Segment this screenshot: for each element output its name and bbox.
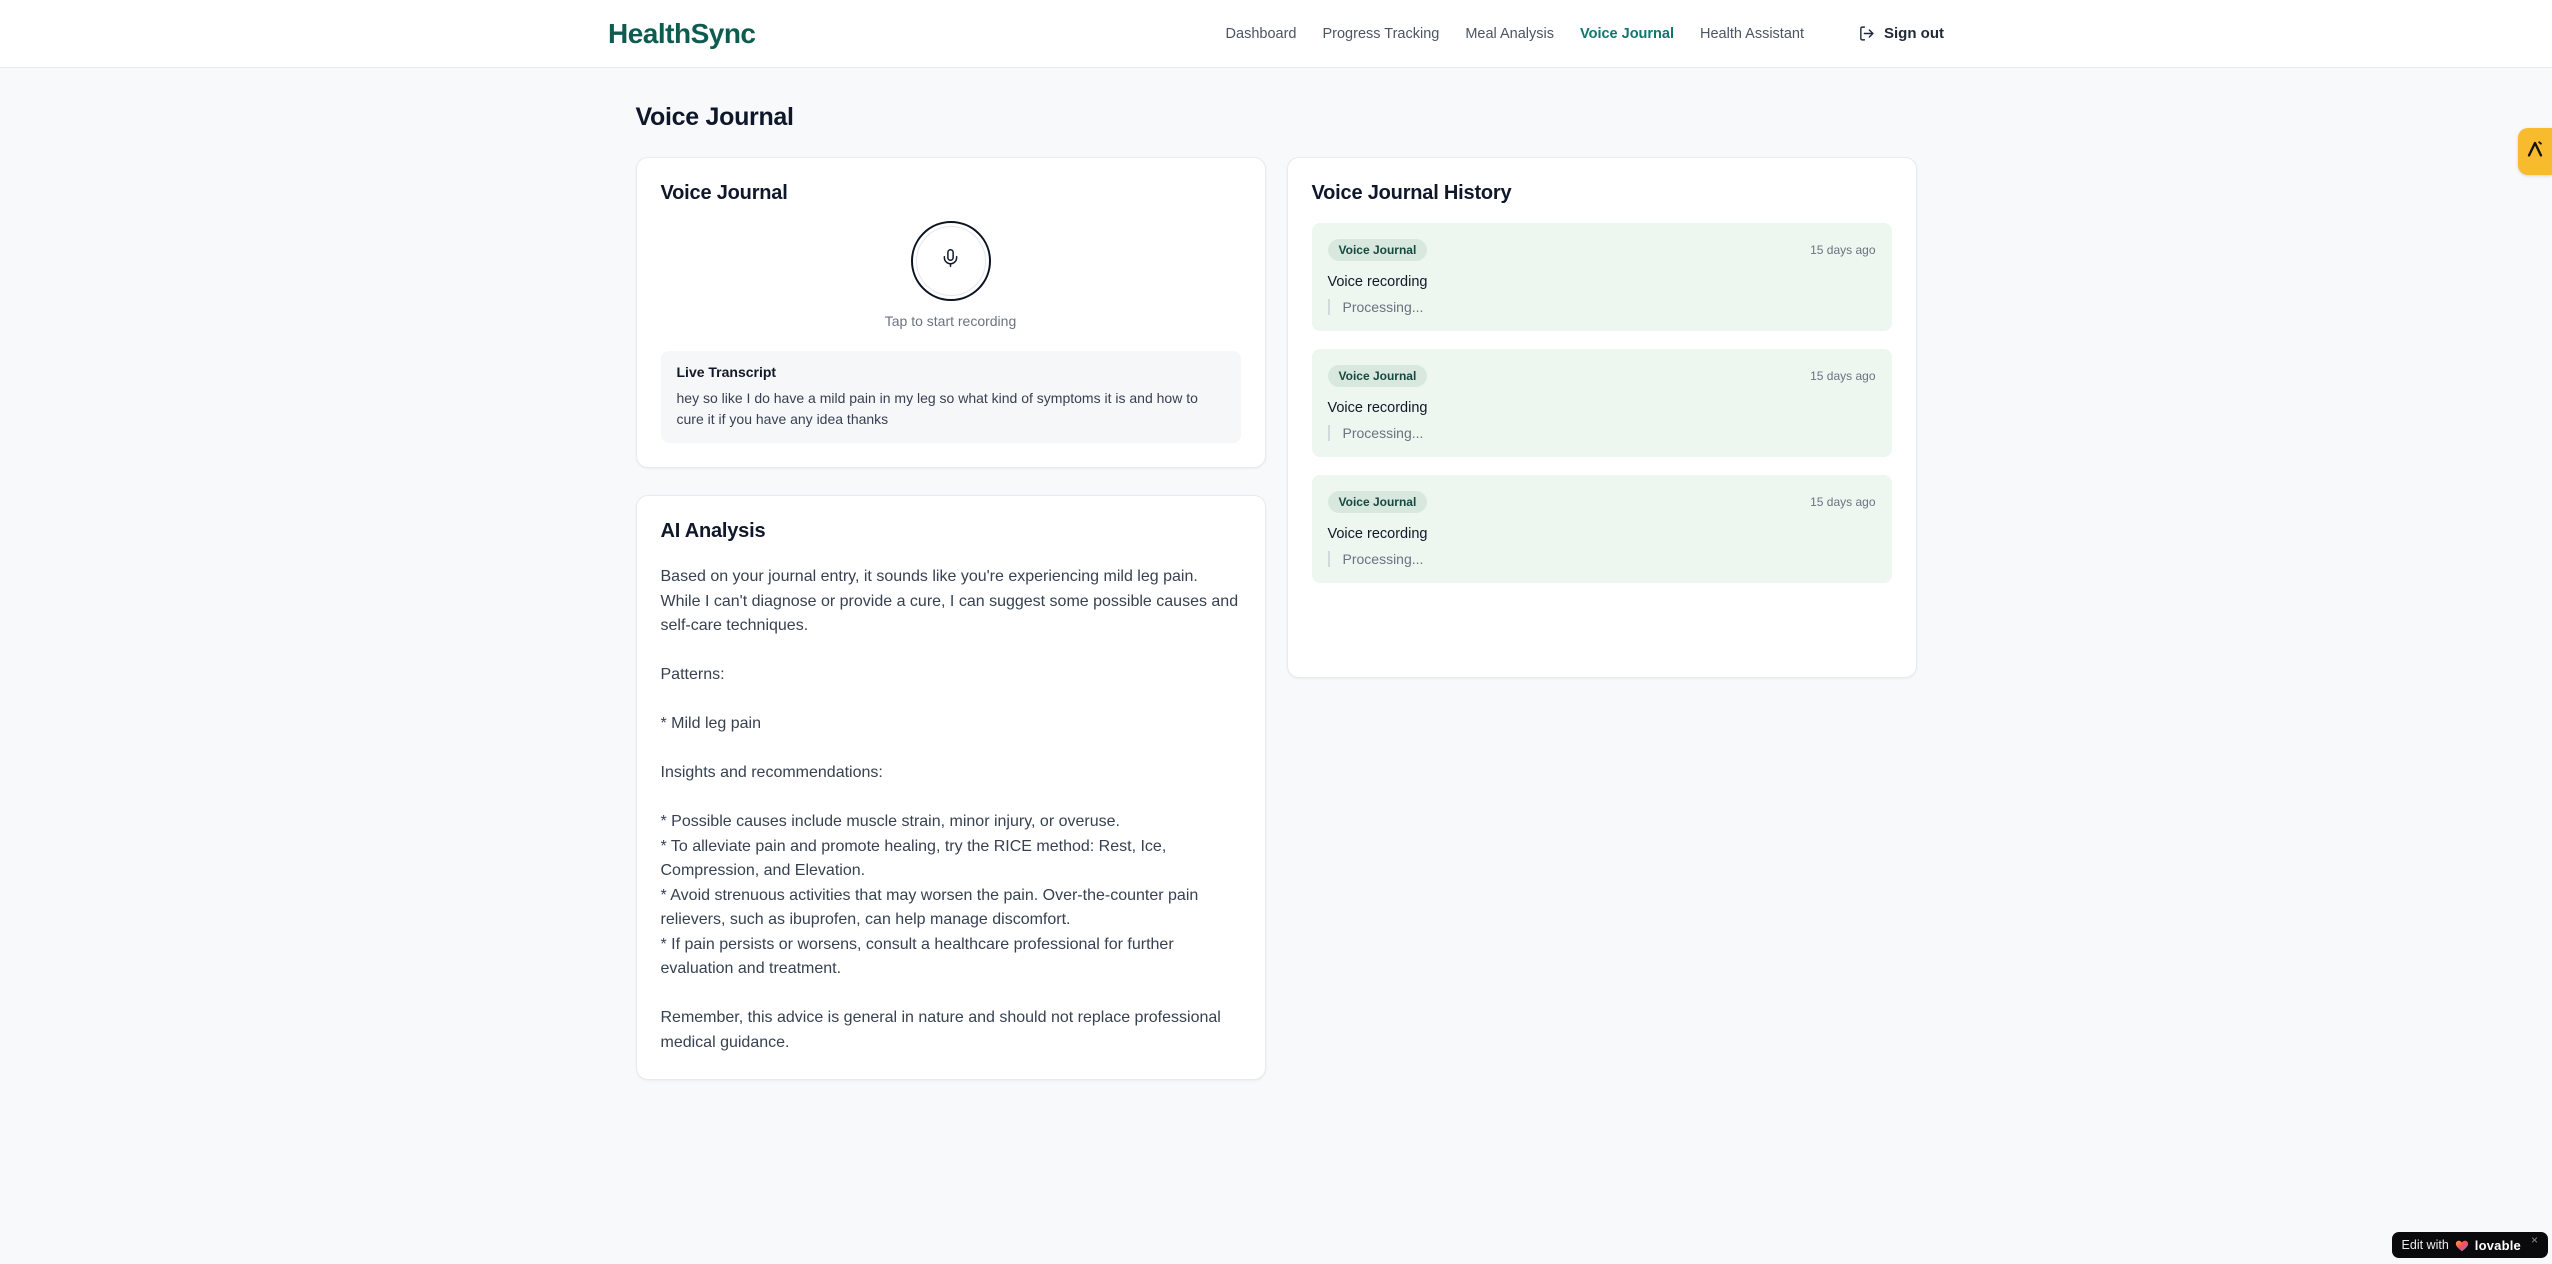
history-item-badge: Voice Journal	[1327, 365, 1428, 387]
voice-journal-history-card: Voice Journal History Voice Journal 15 d…	[1286, 157, 1917, 678]
nav-progress-tracking[interactable]: Progress Tracking	[1322, 26, 1439, 42]
history-card-title: Voice Journal History	[1311, 182, 1512, 204]
nav-health-assistant[interactable]: Health Assistant	[1700, 26, 1804, 42]
microphone-icon	[940, 248, 961, 274]
ai-analysis-card: AI Analysis Based on your journal entry,…	[635, 495, 1266, 1080]
history-item[interactable]: Voice Journal 15 days ago Voice recordin…	[1311, 349, 1892, 457]
history-item-time: 15 days ago	[1810, 243, 1876, 257]
history-item-badge: Voice Journal	[1327, 239, 1428, 261]
main-nav: Dashboard Progress Tracking Meal Analysi…	[1226, 25, 1944, 42]
nav-dashboard[interactable]: Dashboard	[1226, 26, 1297, 42]
app-logo[interactable]: HealthSync	[608, 18, 756, 50]
page-title: Voice Journal	[635, 103, 794, 131]
record-hint: Tap to start recording	[884, 313, 1017, 329]
left-column: Voice Journal Tap to start recording Liv…	[635, 157, 1266, 1080]
ai-analysis-title: AI Analysis	[660, 520, 766, 542]
nav-voice-journal[interactable]: Voice Journal	[1580, 26, 1674, 42]
history-item-status: Processing...	[1327, 425, 1876, 441]
close-icon[interactable]: ×	[2531, 1233, 2538, 1247]
history-item-status: Processing...	[1327, 299, 1876, 315]
header: HealthSync Dashboard Progress Tracking M…	[0, 0, 2552, 68]
history-item-title: Voice recording	[1327, 526, 1428, 542]
ai-analysis-body: Based on your journal entry, it sounds l…	[660, 568, 1239, 1051]
live-transcript-box: Live Transcript hey so like I do have a …	[660, 351, 1241, 443]
voice-recorder-card: Voice Journal Tap to start recording Liv…	[635, 157, 1266, 468]
heart-gradient-icon	[2455, 1239, 2469, 1252]
record-button[interactable]	[910, 221, 991, 301]
live-transcript-text: hey so like I do have a mild pain in my …	[676, 390, 1198, 427]
edit-with-lovable-badge[interactable]: Edit with lovable ×	[2391, 1232, 2548, 1258]
history-item[interactable]: Voice Journal 15 days ago Voice recordin…	[1311, 475, 1892, 583]
edit-badge-prefix: Edit with	[2401, 1238, 2449, 1252]
edit-badge-brand: lovable	[2474, 1237, 2521, 1253]
history-item-badge: Voice Journal	[1327, 491, 1428, 513]
recorder-card-title: Voice Journal	[660, 182, 788, 204]
history-item-time: 15 days ago	[1810, 369, 1876, 383]
history-item-status: Processing...	[1327, 551, 1876, 567]
right-column: Voice Journal History Voice Journal 15 d…	[1286, 157, 1917, 678]
main-content: Voice Journal Voice Journal Tap to start…	[635, 68, 1917, 1080]
sign-out-label: Sign out	[1884, 25, 1944, 42]
floating-assistant-button[interactable]	[2518, 128, 2552, 175]
history-item-title: Voice recording	[1327, 274, 1428, 290]
history-item[interactable]: Voice Journal 15 days ago Voice recordin…	[1311, 223, 1892, 331]
history-item-title: Voice recording	[1327, 400, 1428, 416]
lambda-logo-icon	[2524, 138, 2546, 165]
logout-icon	[1858, 25, 1875, 42]
history-item-time: 15 days ago	[1810, 495, 1876, 509]
nav-meal-analysis[interactable]: Meal Analysis	[1465, 26, 1554, 42]
live-transcript-title: Live Transcript	[676, 364, 777, 380]
sign-out-button[interactable]: Sign out	[1858, 25, 1944, 42]
